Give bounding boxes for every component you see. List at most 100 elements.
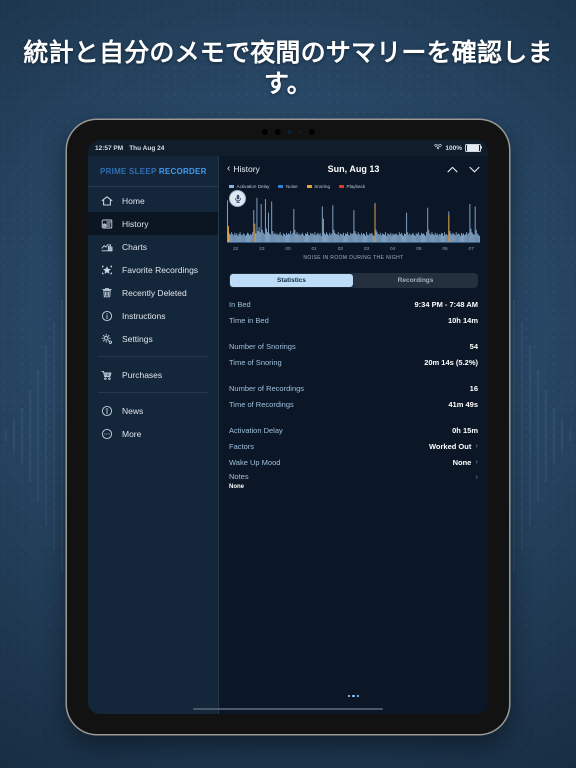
star-icon bbox=[100, 263, 113, 276]
sidebar-item-news[interactable]: News bbox=[88, 399, 218, 422]
date-stepper bbox=[447, 160, 480, 178]
segmented-control[interactable]: Statistics Recordings bbox=[229, 273, 478, 289]
stat-value: 0h 15m bbox=[452, 425, 478, 435]
chart-bar bbox=[266, 228, 267, 242]
trash-icon bbox=[100, 286, 113, 299]
sidebar-item-history[interactable]: History bbox=[88, 212, 218, 235]
stat-value-group: 41m 49s bbox=[448, 400, 478, 409]
chevron-up-icon[interactable] bbox=[447, 160, 458, 178]
chart-bar bbox=[384, 234, 385, 242]
chart-bar bbox=[428, 229, 430, 242]
stat-value-group: 10h 14m bbox=[448, 316, 478, 325]
sidebar-item-settings[interactable]: Settings bbox=[88, 327, 218, 350]
chart-bar bbox=[357, 232, 359, 242]
chart-bar bbox=[473, 234, 475, 242]
sidebar-item-label: Settings bbox=[122, 333, 153, 344]
chart-bar bbox=[349, 235, 351, 242]
chart-bar bbox=[353, 210, 355, 242]
chart-bar bbox=[389, 234, 391, 242]
home-icon bbox=[100, 194, 113, 207]
chart-bar bbox=[312, 233, 314, 242]
news-icon bbox=[100, 404, 113, 417]
stat-value-group: 0h 15m bbox=[452, 426, 478, 435]
sidebar-item-home[interactable]: Home bbox=[88, 189, 218, 212]
status-bar-date: Thu Aug 24 bbox=[129, 144, 165, 152]
tab-statistics[interactable]: Statistics bbox=[230, 274, 353, 288]
legend-item-noise: Noise bbox=[278, 184, 298, 189]
notes-row[interactable]: Notes › None bbox=[229, 470, 478, 490]
chart-bar bbox=[283, 234, 285, 242]
stat-row[interactable]: Factors Worked Out › bbox=[229, 438, 478, 454]
chart-tick-label: 03 bbox=[363, 247, 370, 252]
chart-bar bbox=[351, 234, 353, 242]
chart-bar bbox=[465, 234, 467, 242]
chart-bar bbox=[296, 232, 298, 242]
chart-bar bbox=[268, 212, 269, 242]
chart-bar bbox=[323, 233, 325, 242]
chart-bar bbox=[387, 233, 389, 242]
back-button[interactable]: ‹ History bbox=[227, 164, 260, 175]
chart-bar bbox=[277, 235, 279, 242]
chart-bar bbox=[234, 232, 236, 242]
chart-bar bbox=[360, 232, 362, 242]
detail-header: ‹ History Sun, Aug 13 bbox=[219, 156, 488, 182]
chart-bar bbox=[347, 232, 349, 242]
ipad-screen: 12:57 PM Thu Aug 24 100% PRIME SLEEP REC… bbox=[88, 140, 488, 714]
chart-bar bbox=[335, 234, 337, 242]
chart-bar bbox=[254, 223, 256, 243]
chart-bar bbox=[258, 227, 260, 242]
sidebar-item-recently-deleted[interactable]: Recently Deleted bbox=[88, 281, 218, 304]
sidebar-item-label: Home bbox=[122, 195, 145, 206]
chart-bar bbox=[446, 234, 448, 242]
chart-bar bbox=[397, 235, 399, 242]
chart-bar bbox=[286, 232, 287, 242]
chart-bar bbox=[281, 235, 283, 243]
chart-bar bbox=[472, 234, 474, 242]
chart-bar bbox=[432, 234, 434, 242]
chart-bar bbox=[407, 232, 409, 242]
status-bar-left: 12:57 PM Thu Aug 24 bbox=[95, 145, 164, 152]
chart-bar bbox=[292, 232, 294, 242]
chart-bar bbox=[461, 232, 462, 242]
chart-bar bbox=[383, 234, 384, 242]
chart-bar bbox=[367, 234, 369, 242]
chart-bar bbox=[373, 235, 375, 243]
chevron-down-icon[interactable] bbox=[469, 160, 480, 178]
chart-bar bbox=[418, 234, 420, 242]
app-window: 12:57 PM Thu Aug 24 100% PRIME SLEEP REC… bbox=[88, 140, 488, 714]
tab-recordings[interactable]: Recordings bbox=[354, 274, 477, 287]
chart-x-axis: 22 23 00 01 02 03 04 05 06 07 bbox=[227, 247, 480, 252]
chart-bar bbox=[464, 235, 466, 242]
sensor-dot bbox=[298, 130, 302, 134]
legend-label: Noise bbox=[285, 184, 298, 189]
chart-bar bbox=[416, 234, 418, 242]
stat-label: Time of Snoring bbox=[229, 357, 282, 367]
notes-chevron-group: › bbox=[475, 472, 478, 481]
chart-bar bbox=[431, 232, 433, 242]
sidebar-item-purchases[interactable]: Purchases bbox=[88, 363, 218, 386]
stat-label: Activation Delay bbox=[229, 425, 283, 435]
noise-chart[interactable]: 22 23 00 01 02 03 04 05 06 07 NOISE IN ROOM DURIN… bbox=[227, 190, 480, 264]
app-body: PRIME SLEEP RECORDER Home History Charts… bbox=[88, 156, 488, 714]
ellipsis-icon[interactable] bbox=[347, 694, 360, 698]
chart-bar bbox=[439, 234, 441, 242]
stat-group-spacer bbox=[229, 328, 478, 338]
chart-bar bbox=[301, 232, 303, 242]
stat-row: Number of Recordings 16 bbox=[229, 380, 478, 396]
chart-bar bbox=[468, 232, 470, 242]
stat-group-spacer bbox=[229, 412, 478, 422]
chart-bar bbox=[263, 234, 265, 242]
chart-bar bbox=[400, 232, 402, 242]
sidebar-item-favorite-recordings[interactable]: Favorite Recordings bbox=[88, 258, 218, 281]
chart-bar bbox=[477, 234, 479, 242]
chart-bar bbox=[450, 233, 452, 242]
microphone-icon bbox=[229, 190, 246, 207]
sidebar-item-charts[interactable]: Charts bbox=[88, 235, 218, 258]
notes-label: Notes bbox=[229, 472, 249, 482]
sidebar-item-instructions[interactable]: Instructions bbox=[88, 304, 218, 327]
camera-dot bbox=[261, 129, 268, 135]
stat-row[interactable]: Wake Up Mood None › bbox=[229, 454, 478, 470]
chart-bar bbox=[415, 233, 417, 242]
sidebar-item-more[interactable]: More bbox=[88, 422, 218, 445]
chart-bar bbox=[331, 233, 333, 242]
